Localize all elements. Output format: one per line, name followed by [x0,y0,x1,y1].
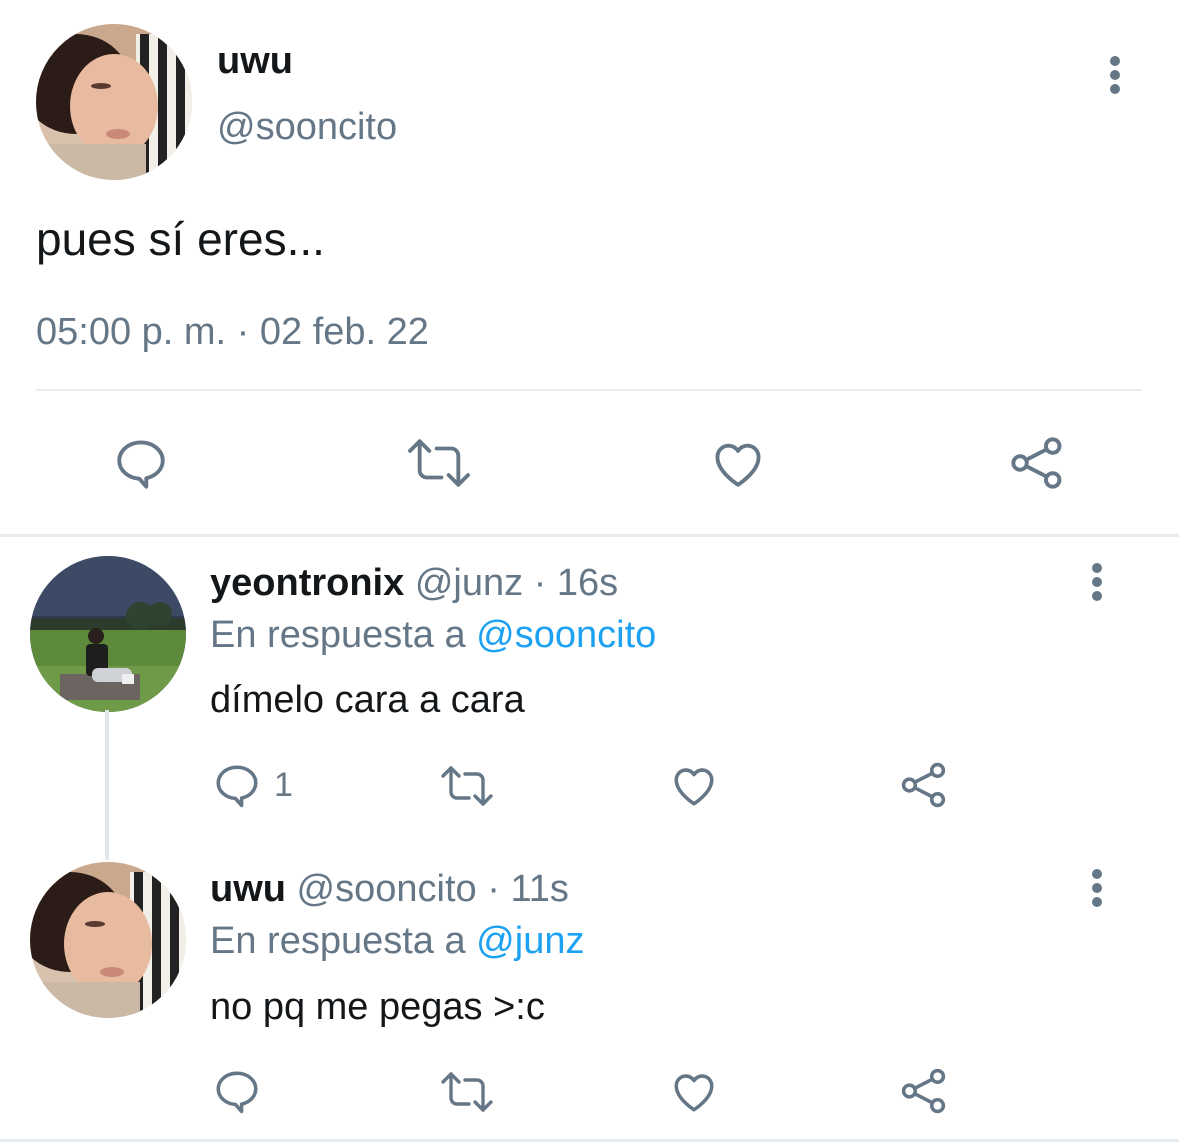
section-divider [0,534,1179,537]
avatar[interactable] [30,556,186,712]
share-icon[interactable] [898,760,950,810]
reply-time[interactable]: 16s [557,562,618,604]
bottom-divider [0,1139,1179,1142]
reply-header: yeontronix @junz · 16s [210,562,618,605]
reply-count: 1 [274,766,293,804]
reply-author-name[interactable]: yeontronix [210,562,404,604]
replying-to: En respuesta a @sooncito [210,614,656,657]
retweet-icon[interactable] [405,434,473,492]
retweet-icon[interactable] [438,762,496,810]
reply-icon[interactable] [212,760,262,810]
reply-text: no pq me pegas >:c [210,986,545,1028]
avatar[interactable] [30,862,186,1018]
like-icon[interactable] [708,434,768,492]
mention-link[interactable]: @sooncito [476,614,656,656]
like-icon[interactable] [668,1066,720,1116]
reply-author-name[interactable]: uwu [210,868,286,910]
like-icon[interactable] [668,760,720,810]
more-options-icon[interactable] [1086,563,1108,603]
tweet-text: pues sí eres... [36,213,325,265]
reply-header: uwu @sooncito · 11s [210,868,569,911]
tweet-timestamp[interactable]: 05:00 p. m. · 02 feb. 22 [36,311,429,354]
mention-link[interactable]: @junz [476,920,584,962]
meta-separator: · [476,868,511,910]
retweet-icon[interactable] [438,1068,496,1116]
thread-connector [105,710,109,860]
more-options-icon[interactable] [1104,56,1126,96]
more-options-icon[interactable] [1086,869,1108,909]
replying-to-label: En respuesta a [210,920,477,962]
reply-author-handle[interactable]: @sooncito [297,868,477,910]
replying-to-label: En respuesta a [210,614,477,656]
share-icon[interactable] [898,1066,950,1116]
author-handle[interactable]: @sooncito [217,106,397,149]
reply-text: dímelo cara a cara [210,679,525,721]
reply-icon[interactable] [212,1066,262,1116]
meta-separator: · [523,562,557,604]
reply-icon[interactable] [112,434,170,492]
reply-author-handle[interactable]: @junz [415,562,523,604]
main-tweet: uwu @sooncito pues sí eres... 05:00 p. m… [0,0,1179,536]
avatar[interactable] [36,24,192,180]
replying-to: En respuesta a @junz [210,920,584,963]
author-name[interactable]: uwu [217,40,293,83]
reply-time[interactable]: 11s [510,868,568,910]
share-icon[interactable] [1006,434,1068,492]
divider [36,389,1142,391]
